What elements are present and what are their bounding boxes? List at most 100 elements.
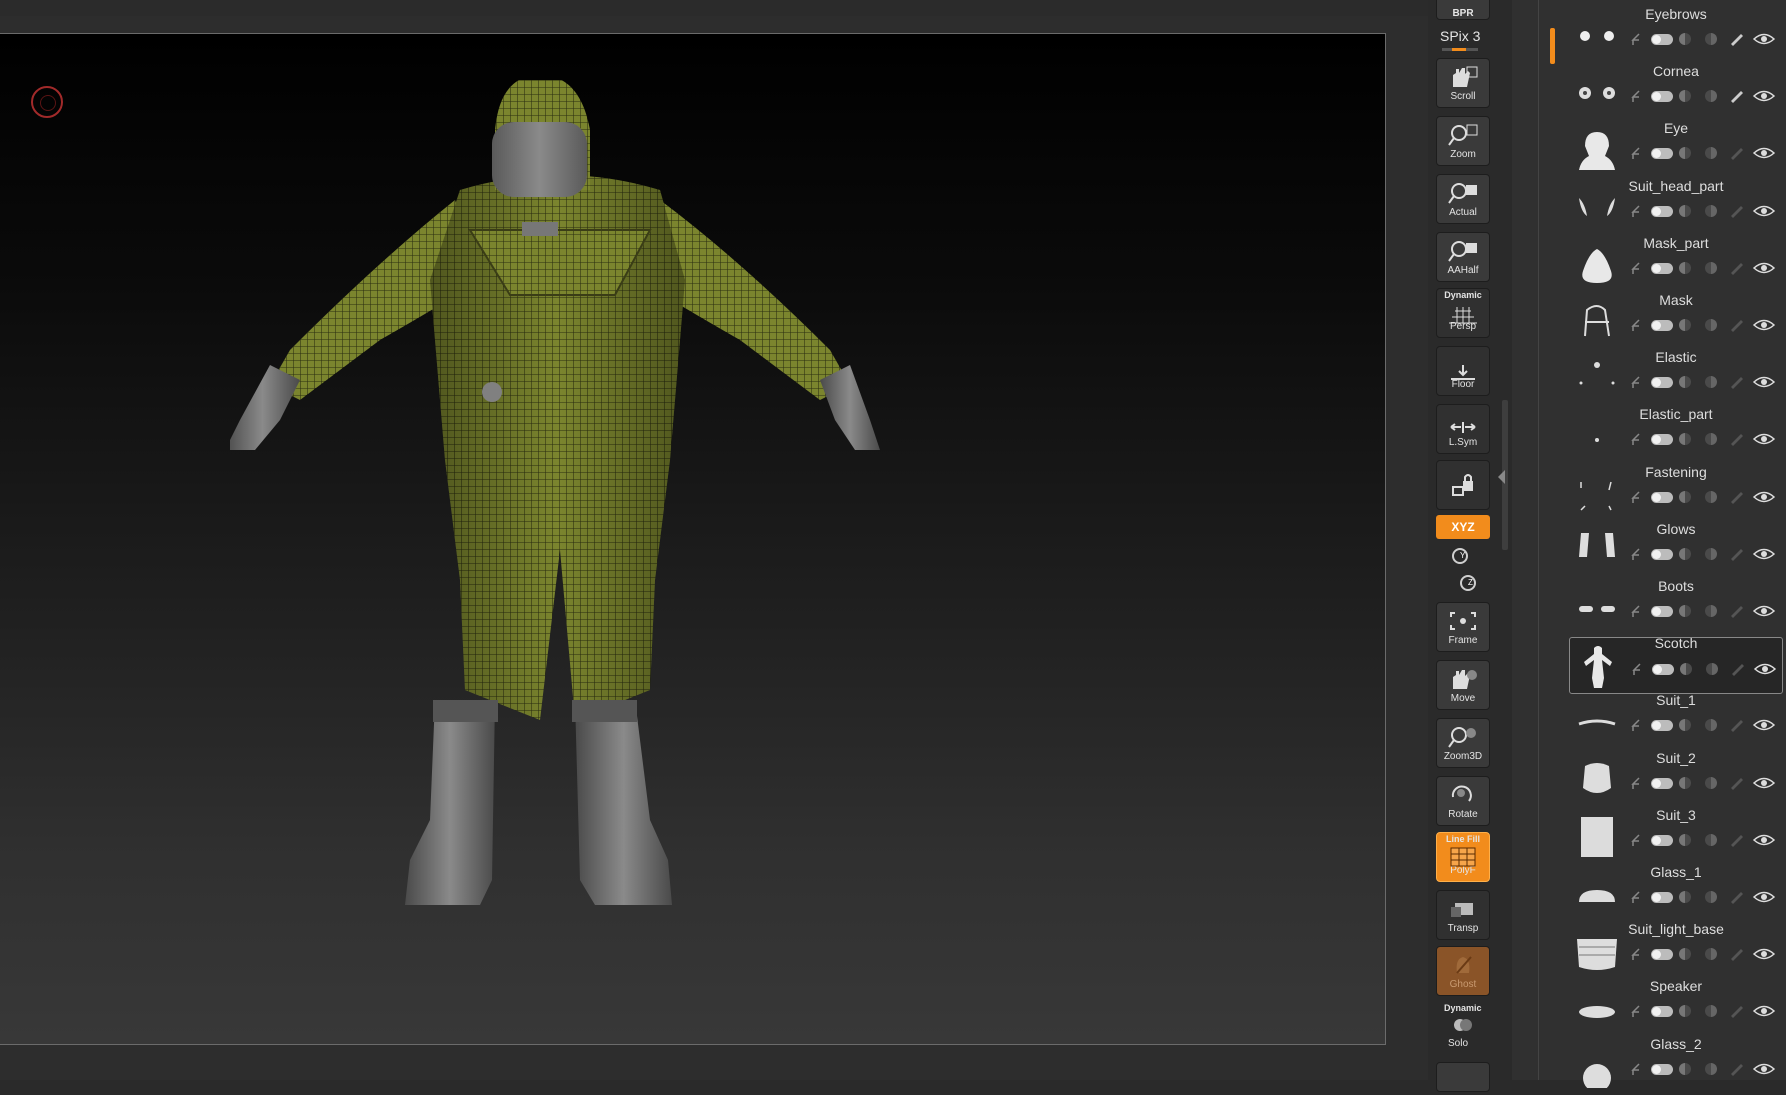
insert-arrow-icon[interactable] [1630,662,1642,676]
visibility-toggle[interactable] [1651,205,1673,217]
dynamesh-half-icon[interactable] [1705,1005,1717,1018]
scroll-button[interactable]: Scroll [1436,58,1490,108]
merge-half-icon[interactable] [1679,948,1691,961]
brush-icon[interactable] [1729,776,1745,790]
merge-half-icon[interactable] [1679,833,1691,846]
ghost-button[interactable]: Ghost [1436,946,1490,996]
eye-icon[interactable] [1754,662,1776,676]
zoom-button[interactable]: Zoom [1436,116,1490,166]
merge-half-icon[interactable] [1679,1062,1691,1075]
visibility-toggle[interactable] [1651,434,1673,446]
visibility-toggle[interactable] [1651,1063,1673,1075]
insert-arrow-icon[interactable] [1629,318,1641,332]
dynamesh-half-icon[interactable] [1706,663,1718,676]
visibility-toggle[interactable] [1651,892,1673,903]
dynamesh-half-icon[interactable] [1705,605,1717,617]
visibility-toggle[interactable] [1651,548,1673,560]
merge-half-icon[interactable] [1679,147,1691,160]
brush-icon[interactable] [1729,146,1745,161]
merge-half-icon[interactable] [1679,33,1691,45]
dynamesh-half-icon[interactable] [1705,433,1717,446]
insert-arrow-icon[interactable] [1629,32,1641,46]
merge-half-icon[interactable] [1679,776,1691,789]
insert-arrow-icon[interactable] [1629,146,1641,160]
brush-icon[interactable] [1729,547,1745,561]
visibility-toggle[interactable] [1651,949,1673,961]
eye-icon[interactable] [1753,204,1775,218]
eye-icon[interactable] [1753,261,1775,275]
dynamesh-half-icon[interactable] [1705,147,1717,160]
expand-button[interactable] [1436,1062,1490,1092]
eye-icon[interactable] [1753,1062,1775,1076]
insert-arrow-icon[interactable] [1629,432,1641,446]
dynamesh-half-icon[interactable] [1705,319,1717,331]
collapse-arrow-icon[interactable] [1498,470,1505,484]
dynamesh-half-icon[interactable] [1705,1062,1717,1075]
brush-icon[interactable] [1729,947,1745,962]
actual-button[interactable]: Actual [1436,174,1490,224]
insert-arrow-icon[interactable] [1629,89,1641,103]
insert-arrow-icon[interactable] [1629,204,1641,218]
persp-button[interactable]: Dynamic Persp [1436,288,1490,338]
merge-half-icon[interactable] [1679,204,1691,217]
merge-half-icon[interactable] [1679,719,1691,732]
brush-icon[interactable] [1729,375,1745,390]
visibility-toggle[interactable] [1651,777,1673,789]
insert-arrow-icon[interactable] [1629,947,1641,961]
eye-icon[interactable] [1753,375,1775,389]
frame-button[interactable]: Frame [1436,602,1490,652]
merge-half-icon[interactable] [1679,261,1691,274]
insert-arrow-icon[interactable] [1629,604,1641,618]
dynamesh-half-icon[interactable] [1705,376,1717,389]
floor-button[interactable]: Floor [1436,346,1490,396]
spix-label[interactable]: SPix 3 [1440,28,1480,44]
visibility-toggle[interactable] [1651,1006,1673,1018]
eye-icon[interactable] [1753,490,1775,504]
eye-icon[interactable] [1753,146,1775,160]
insert-arrow-icon[interactable] [1629,890,1641,904]
insert-arrow-icon[interactable] [1629,1062,1641,1076]
eye-icon[interactable] [1753,32,1775,46]
subtool-scrollbar[interactable] [1550,28,1555,64]
solo-icon[interactable] [1452,1018,1474,1032]
visibility-toggle[interactable] [1651,91,1673,103]
brush-icon[interactable] [1729,32,1745,46]
hazmat-suit-model[interactable] [230,80,1000,1040]
rotate-y-icon[interactable]: Y [1452,548,1468,564]
insert-arrow-icon[interactable] [1629,1004,1641,1018]
eye-icon[interactable] [1753,718,1775,732]
insert-arrow-icon[interactable] [1629,375,1641,389]
dynamesh-half-icon[interactable] [1705,776,1717,789]
dynamesh-half-icon[interactable] [1705,719,1717,732]
eye-icon[interactable] [1753,604,1775,618]
brush-icon[interactable] [1729,604,1745,618]
move-button[interactable]: Move [1436,660,1490,710]
merge-half-icon[interactable] [1679,376,1691,389]
merge-half-icon[interactable] [1679,605,1691,617]
dynamesh-half-icon[interactable] [1705,833,1717,846]
brush-icon[interactable] [1729,318,1745,332]
visibility-toggle[interactable] [1651,262,1673,274]
eye-icon[interactable] [1753,318,1775,332]
dynamesh-half-icon[interactable] [1705,204,1717,217]
merge-half-icon[interactable] [1679,1005,1691,1018]
eye-icon[interactable] [1753,1004,1775,1018]
insert-arrow-icon[interactable] [1629,261,1641,275]
merge-half-icon[interactable] [1679,90,1691,103]
visibility-toggle[interactable] [1651,34,1673,45]
zoom3d-button[interactable]: Zoom3D [1436,718,1490,768]
canvas-area[interactable] [0,0,1428,1080]
brush-icon[interactable] [1729,890,1745,904]
visibility-toggle[interactable] [1651,320,1673,331]
visibility-toggle[interactable] [1651,606,1673,617]
lock-camera-button[interactable] [1436,460,1490,510]
lsym-button[interactable]: L.Sym [1436,404,1490,454]
visibility-toggle[interactable] [1651,720,1673,732]
eye-icon[interactable] [1753,547,1775,561]
visibility-toggle[interactable] [1651,491,1673,503]
brush-icon[interactable] [1729,261,1745,275]
bpr-button[interactable]: BPR [1436,0,1490,20]
merge-half-icon[interactable] [1679,547,1691,560]
dynamesh-half-icon[interactable] [1705,490,1717,503]
brush-icon[interactable] [1729,490,1745,504]
